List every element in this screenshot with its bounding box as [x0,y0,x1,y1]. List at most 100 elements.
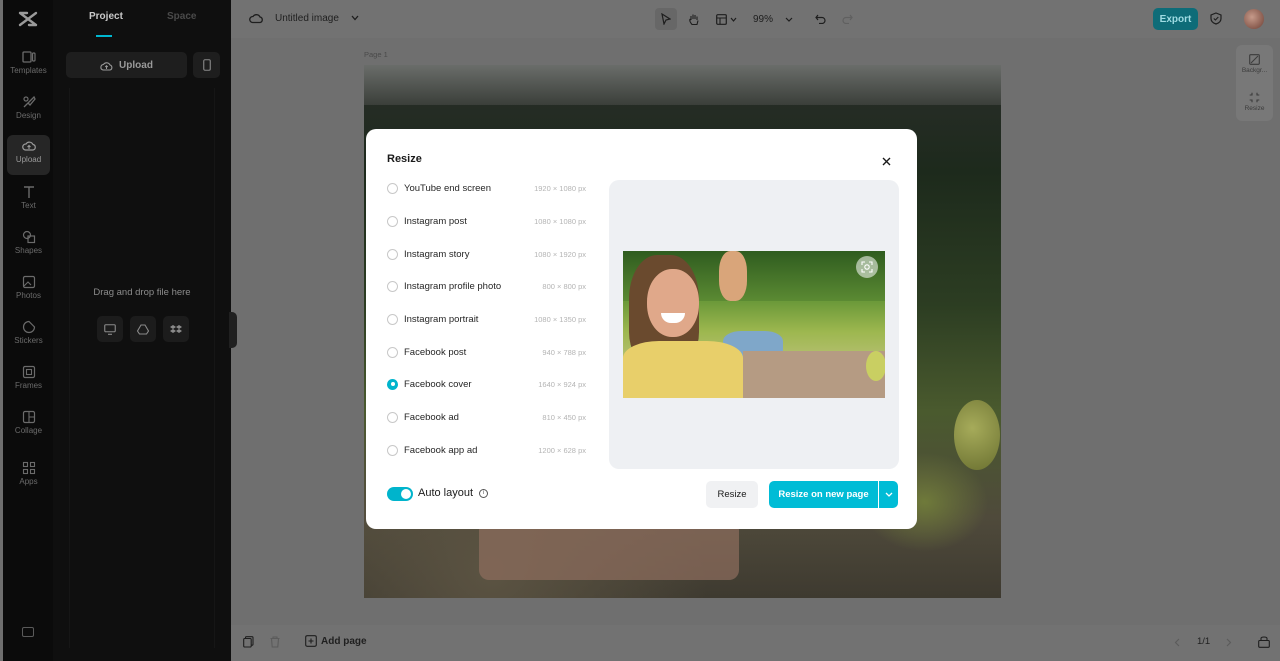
export-button[interactable]: Export [1153,8,1198,30]
sidebar-item-label: Design [16,111,41,120]
tab-project[interactable]: Project [89,11,123,22]
sidebar-item-label: Shapes [14,246,43,255]
sidebar-item-upload[interactable]: Upload [7,135,50,175]
upload-from-google-drive-button[interactable] [130,316,156,342]
add-page-icon [305,635,317,647]
shield-check-icon[interactable] [1210,12,1222,25]
radio-button[interactable] [387,248,398,260]
size-option-dimensions: 1080 × 1920 px [534,249,586,259]
cursor-icon [661,13,671,25]
chevron-down-icon[interactable] [351,15,359,21]
panel-collapse-handle[interactable] [229,312,237,348]
upload-from-phone-button[interactable] [193,52,220,78]
capcut-logo-icon[interactable] [17,10,39,28]
auto-layout-toggle[interactable] [387,487,413,501]
sidebar-item-text[interactable]: Text [7,181,50,221]
resize-icon [1249,92,1260,103]
document-title[interactable]: Untitled image [275,13,339,24]
chevron-right-icon[interactable] [1226,638,1232,647]
hand-tool-button[interactable] [683,8,705,30]
radio-button-selected[interactable] [387,378,398,390]
tab-space[interactable]: Space [167,11,196,22]
info-icon[interactable]: i [479,489,488,498]
select-tool-button[interactable] [655,8,677,30]
size-option-label: Instagram post [404,215,467,227]
zoom-level[interactable]: 99% [749,8,777,30]
radio-button[interactable] [387,346,398,358]
auto-layout-label: Auto layout [418,487,474,499]
resize-dialog: Resize YouTube end screen 1920 × 1080 px… [366,129,917,529]
size-option-facebook-cover[interactable]: Facebook cover 1640 × 924 px [387,374,586,394]
size-option-dimensions: 1200 × 628 px [538,445,586,455]
resize-button[interactable]: Resize [706,481,758,508]
upload-button[interactable]: Upload [66,52,187,78]
sidebar-item-label: Upload [15,155,42,164]
size-option-label: Facebook cover [404,378,472,390]
preview-image-shoe [719,251,747,301]
layout-menu-button[interactable] [713,8,739,30]
size-option-facebook-ad[interactable]: Facebook ad 810 × 450 px [387,407,586,427]
canvas-image-sky [364,65,1001,105]
radio-button[interactable] [387,411,398,423]
dropbox-icon [170,324,182,333]
sidebar-item-apps[interactable]: Apps [7,457,50,497]
phone-icon [202,59,211,71]
size-option-instagram-profile-photo[interactable]: Instagram profile photo 800 × 800 px [387,276,586,296]
close-button[interactable] [878,153,894,169]
sidebar-item-collage[interactable]: Collage [7,406,50,446]
sidebar-item-stickers[interactable]: Stickers [7,316,50,356]
background-tool-button[interactable]: Backgr... [1236,54,1273,74]
avatar[interactable] [1244,9,1264,29]
shapes-icon [22,230,35,244]
chevron-down-icon [785,17,793,22]
sidebar-item-shapes[interactable]: Shapes [7,226,50,266]
zoom-dropdown-button[interactable] [782,8,796,30]
size-option-facebook-app-ad[interactable]: Facebook app ad 1200 × 628 px [387,440,586,460]
upload-from-dropbox-button[interactable] [163,316,189,342]
trash-icon[interactable] [270,636,280,648]
resize-tool-label: Resize [1244,105,1265,112]
layers-icon[interactable] [1258,636,1270,648]
upload-from-computer-button[interactable] [97,316,123,342]
radio-button[interactable] [387,182,398,194]
sidebar-item-label: Frames [14,381,43,390]
resize-on-new-page-button[interactable]: Resize on new page [769,481,878,508]
upload-cloud-icon [21,141,36,151]
size-option-youtube-end-screen[interactable]: YouTube end screen 1920 × 1080 px [387,178,586,198]
sidebar-item-label: Collage [14,426,43,435]
frames-icon [22,365,35,379]
chevron-down-icon [730,17,736,22]
templates-icon [21,51,36,63]
size-option-facebook-post[interactable]: Facebook post 940 × 788 px [387,342,586,362]
right-tool-panel: Backgr... Resize [1236,45,1273,121]
add-page-button[interactable]: Add page [305,635,367,647]
sidebar-item-frames[interactable]: Frames [7,361,50,401]
radio-button[interactable] [387,313,398,325]
resize-tool-button[interactable]: Resize [1236,92,1273,112]
upload-cloud-icon [100,61,113,71]
size-option-instagram-post[interactable]: Instagram post 1080 × 1080 px [387,211,586,231]
radio-button[interactable] [387,280,398,292]
focus-subject-button[interactable] [856,256,878,278]
radio-button[interactable] [387,444,398,456]
cloud-sync-icon[interactable] [249,12,263,24]
size-option-label: Instagram profile photo [404,280,502,292]
sidebar-item-label: Templates [10,66,47,75]
design-icon [22,95,36,108]
focus-lens-icon [861,261,873,273]
radio-button[interactable] [387,215,398,227]
sidebar-item-design[interactable]: Design [7,91,50,131]
size-option-instagram-story[interactable]: Instagram story 1080 × 1920 px [387,244,586,264]
sidebar-item-templates[interactable]: Templates [7,46,50,86]
preview-image [623,251,885,398]
resize-preview [609,180,899,469]
size-option-label: YouTube end screen [404,182,491,194]
duplicate-page-icon[interactable] [243,636,254,648]
keyboard-icon[interactable] [22,627,34,637]
sidebar-item-photos[interactable]: Photos [7,271,50,311]
redo-button[interactable] [838,8,856,30]
undo-button[interactable] [811,8,829,30]
resize-options-dropdown-button[interactable] [879,481,898,508]
chevron-left-icon[interactable] [1174,638,1180,647]
size-option-instagram-portrait[interactable]: Instagram portrait 1080 × 1350 px [387,309,586,329]
